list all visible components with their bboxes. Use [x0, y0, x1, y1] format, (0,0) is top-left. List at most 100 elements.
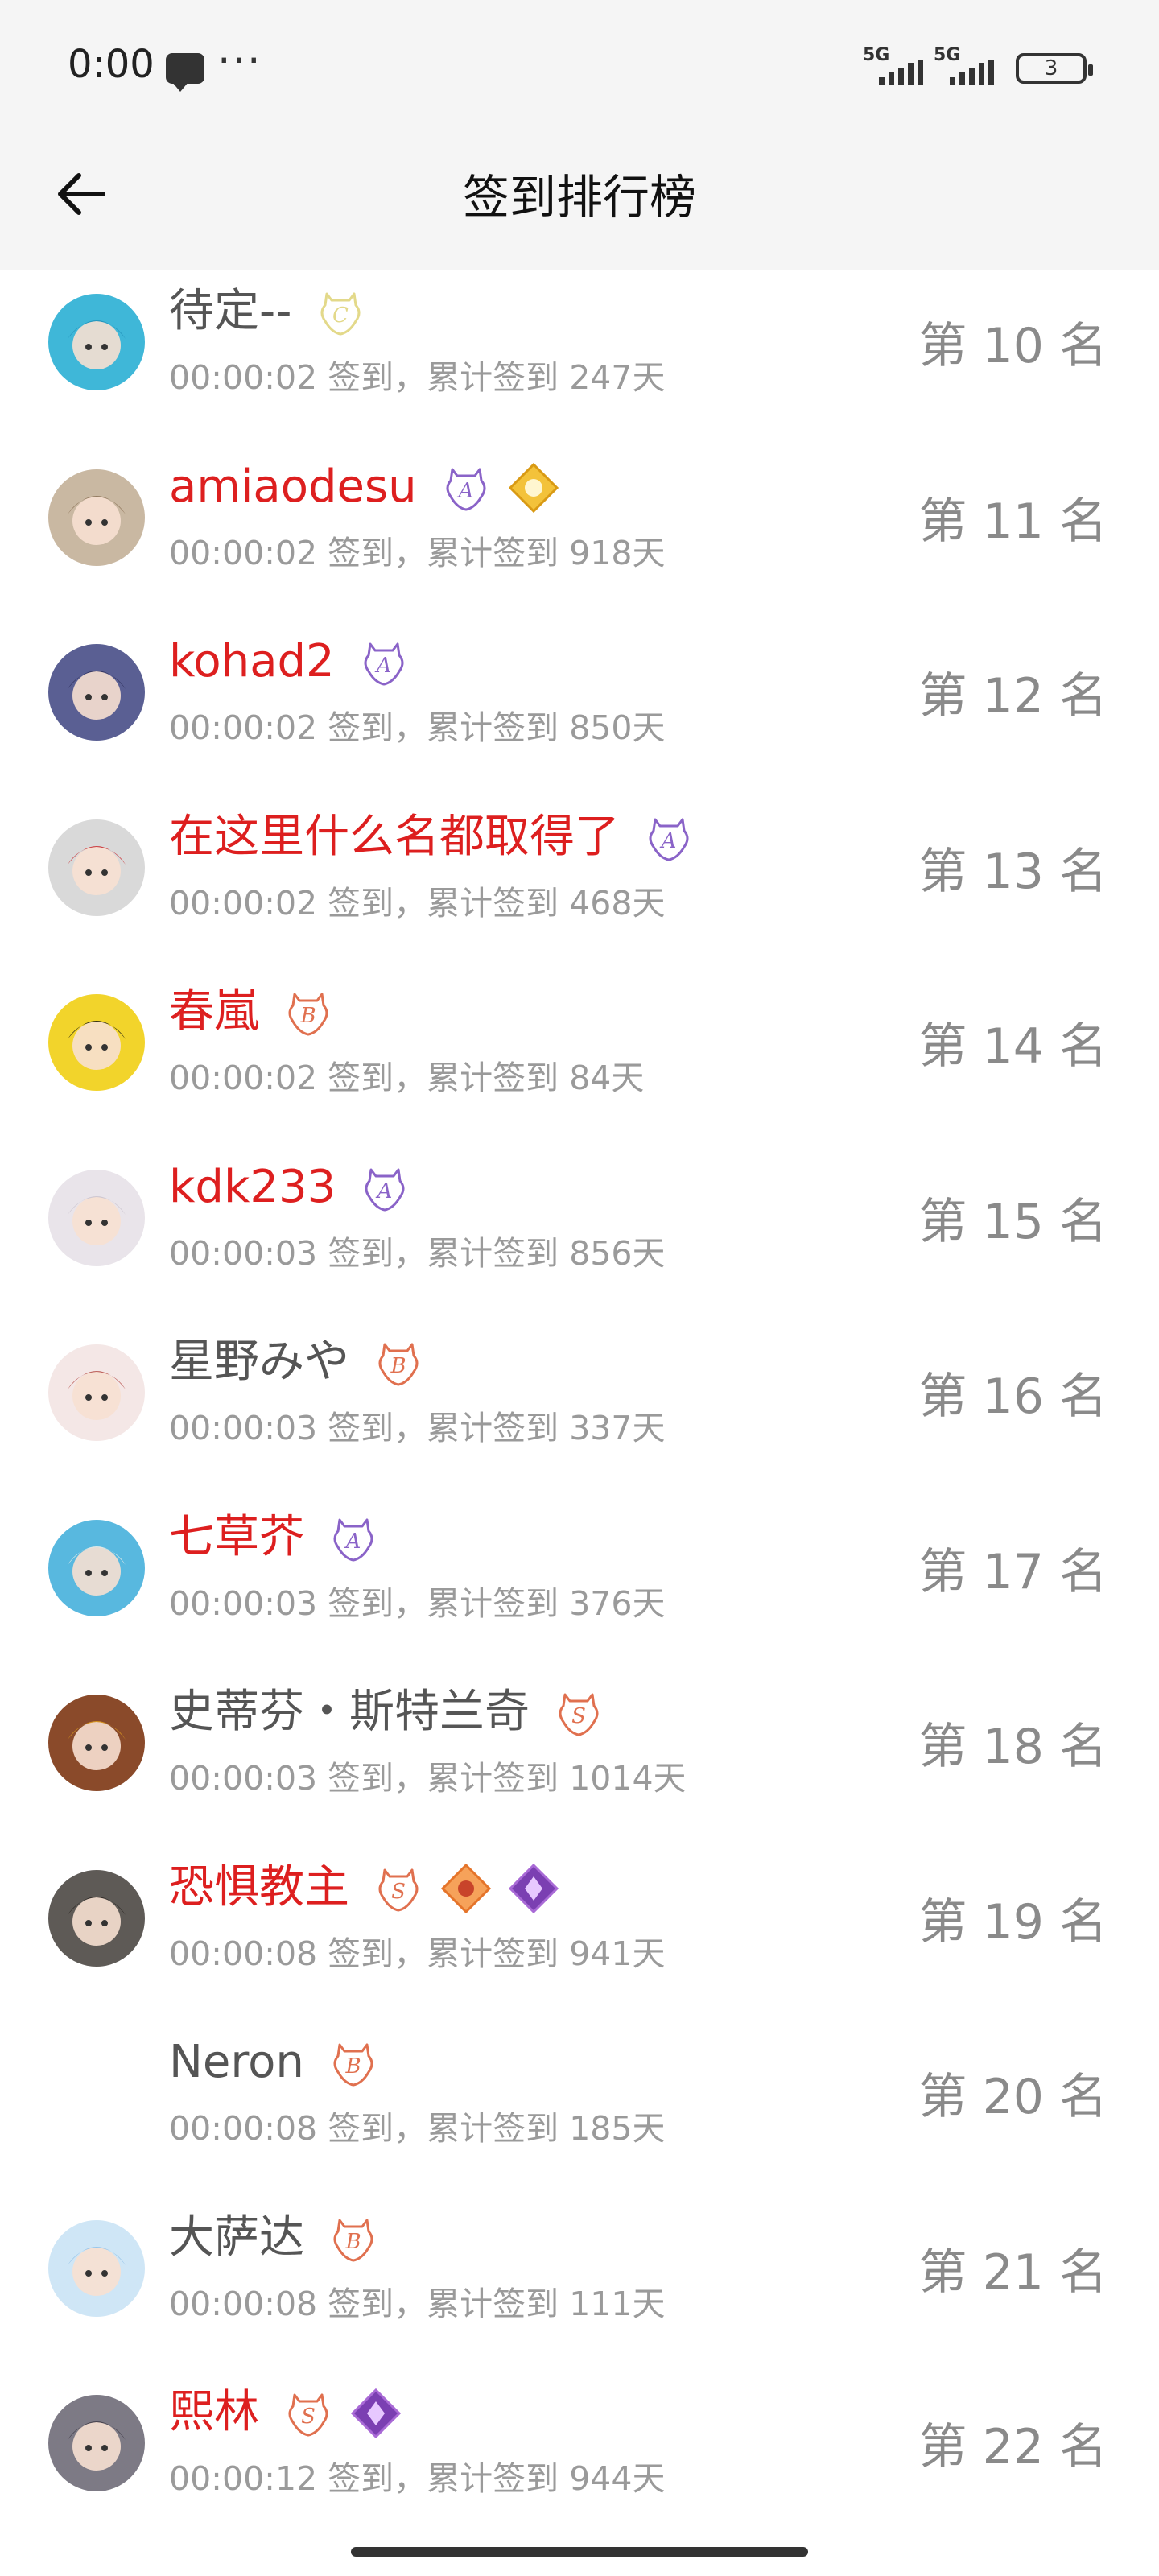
badge-group: B — [327, 2212, 380, 2265]
status-bar: 0:00 ··· 5G 5G 3 — [0, 0, 1159, 137]
level-badge-icon — [349, 2387, 402, 2440]
user-name[interactable]: 大萨达 — [169, 2207, 304, 2268]
user-name[interactable]: 恐惧教主 — [169, 1857, 349, 1918]
rank-label: 第 13 名 — [918, 843, 1108, 900]
checkin-info: 00:00:02 签到，累计签到 850天 — [169, 708, 666, 747]
checkin-info: 00:00:12 签到，累计签到 944天 — [169, 2459, 666, 2498]
rank-label: 第 21 名 — [918, 2244, 1108, 2301]
rank-label: 第 12 名 — [918, 668, 1108, 724]
checkin-info: 00:00:03 签到，累计签到 856天 — [169, 1233, 666, 1273]
rank-row[interactable]: kdk233 A 00:00:03 签到，累计签到 856天 第 15 名 — [0, 1146, 1159, 1321]
checkin-info: 00:00:02 签到，累计签到 918天 — [169, 533, 666, 572]
svg-text:S: S — [391, 1880, 406, 1904]
svg-text:C: C — [332, 303, 349, 328]
checkin-info: 00:00:03 签到，累计签到 337天 — [169, 1409, 666, 1447]
svg-text:A: A — [456, 479, 473, 503]
user-name[interactable]: 在这里什么名都取得了 — [169, 807, 620, 868]
user-name[interactable]: 七草芥 — [169, 1507, 304, 1568]
user-name[interactable]: amiaodesu — [169, 456, 417, 518]
checkin-info: 00:00:02 签到，累计签到 247天 — [169, 358, 666, 397]
message-icon — [166, 53, 204, 92]
rank-label: 第 22 名 — [918, 2419, 1108, 2475]
level-badge-icon: S — [552, 1686, 605, 1740]
rank-label: 第 18 名 — [918, 1719, 1108, 1775]
avatar[interactable] — [48, 469, 145, 566]
badge-group: A — [439, 461, 560, 514]
svg-text:B: B — [344, 2054, 361, 2079]
user-name[interactable]: 史蒂芬・斯特兰奇 — [169, 1682, 530, 1743]
checkin-info: 00:00:08 签到，累计签到 941天 — [169, 1934, 666, 1973]
level-badge-icon: S — [282, 2387, 335, 2440]
user-name[interactable]: 春嵐 — [169, 981, 259, 1042]
app-header: 签到排行榜 — [0, 137, 1159, 270]
level-badge-icon — [439, 1862, 493, 1915]
user-name[interactable]: 待定-- — [169, 281, 291, 342]
home-indicator[interactable] — [351, 2547, 808, 2557]
rank-label: 第 15 名 — [918, 1193, 1108, 1250]
badge-group: B — [327, 2037, 380, 2090]
avatar[interactable] — [48, 644, 145, 741]
checkin-info: 00:00:08 签到，累计签到 111天 — [169, 2284, 666, 2323]
avatar[interactable] — [48, 1169, 145, 1266]
avatar[interactable] — [48, 994, 145, 1091]
svg-text:S: S — [571, 1704, 586, 1728]
rank-label: 第 11 名 — [918, 493, 1108, 550]
page-title: 签到排行榜 — [462, 170, 696, 225]
user-name[interactable]: 熙林 — [169, 2382, 259, 2443]
badge-group: B — [372, 1336, 425, 1389]
level-badge-icon: A — [327, 1512, 380, 1565]
level-badge-icon: A — [642, 811, 695, 865]
level-badge-icon: B — [327, 2037, 380, 2090]
rank-label: 第 16 名 — [918, 1368, 1108, 1425]
badge-group: A — [358, 1162, 411, 1215]
level-badge-icon: A — [357, 636, 410, 689]
badge-group: A — [327, 1512, 380, 1565]
rank-row[interactable]: 待定-- C 00:00:02 签到，累计签到 247天 第 10 名 — [0, 270, 1159, 445]
badge-group: S — [552, 1686, 605, 1740]
more-notifications-icon: ··· — [217, 37, 262, 85]
user-name[interactable]: kohad2 — [169, 631, 335, 692]
rank-row[interactable]: Neron B 00:00:08 签到，累计签到 185天 第 20 名 — [0, 2021, 1159, 2196]
level-badge-icon: A — [439, 461, 493, 514]
avatar[interactable] — [48, 819, 145, 916]
avatar[interactable] — [48, 2395, 145, 2491]
rank-row[interactable]: 史蒂芬・斯特兰奇 S 00:00:03 签到，累计签到 1014天 第 18 名 — [0, 1670, 1159, 1846]
level-badge-icon: B — [372, 1336, 425, 1389]
avatar[interactable] — [48, 1344, 145, 1441]
avatar[interactable] — [48, 1695, 145, 1791]
level-badge-icon: C — [314, 286, 367, 339]
level-badge-icon: B — [282, 986, 335, 1039]
svg-text:A: A — [374, 654, 391, 678]
badge-group: A — [642, 811, 695, 865]
rank-row[interactable]: 在这里什么名都取得了 A 00:00:02 签到，累计签到 468天 第 13 名 — [0, 795, 1159, 971]
svg-text:B: B — [299, 1004, 316, 1028]
rank-row[interactable]: amiaodesu A 00:00:02 签到，累计签到 918天 第 11 名 — [0, 445, 1159, 621]
user-name[interactable]: Neron — [169, 2032, 304, 2093]
user-name[interactable]: 星野みや — [169, 1331, 349, 1393]
rank-row[interactable]: 大萨达 B 00:00:08 签到，累计签到 111天 第 21 名 — [0, 2196, 1159, 2372]
level-badge-icon: A — [358, 1162, 411, 1215]
avatar[interactable] — [48, 1869, 145, 1967]
avatar[interactable] — [48, 294, 145, 390]
avatar[interactable] — [48, 2219, 145, 2317]
rank-row[interactable]: 七草芥 A 00:00:03 签到，累计签到 376天 第 17 名 — [0, 1496, 1159, 1671]
badge-group: S — [372, 1862, 560, 1915]
svg-text:B: B — [344, 2230, 361, 2254]
checkin-info: 00:00:03 签到，累计签到 1014天 — [169, 1759, 687, 1798]
checkin-info: 00:00:03 签到，累计签到 376天 — [169, 1583, 666, 1623]
rank-row[interactable]: 熙林 S 00:00:12 签到，累计签到 944天 第 22 名 — [0, 2371, 1159, 2546]
svg-text:S: S — [301, 2405, 316, 2429]
status-time: 0:00 — [68, 42, 155, 87]
rank-row[interactable]: kohad2 A 00:00:02 签到，累计签到 850天 第 12 名 — [0, 620, 1159, 795]
level-badge-icon — [507, 1862, 560, 1915]
avatar[interactable] — [48, 2045, 145, 2141]
avatar[interactable] — [48, 1519, 145, 1616]
user-name[interactable]: kdk233 — [169, 1157, 336, 1218]
rank-row[interactable]: 恐惧教主 S 00:00:08 签到，累计签到 941天 第 19 名 — [0, 1846, 1159, 2021]
rank-label: 第 19 名 — [918, 1893, 1108, 1951]
checkin-info: 00:00:08 签到，累计签到 185天 — [169, 2109, 666, 2148]
checkin-info: 00:00:02 签到，累计签到 468天 — [169, 883, 666, 923]
rank-row[interactable]: 星野みや B 00:00:03 签到，累计签到 337天 第 16 名 — [0, 1320, 1159, 1496]
level-badge-icon: S — [372, 1862, 425, 1915]
rank-row[interactable]: 春嵐 B 00:00:02 签到，累计签到 84天 第 14 名 — [0, 970, 1159, 1146]
